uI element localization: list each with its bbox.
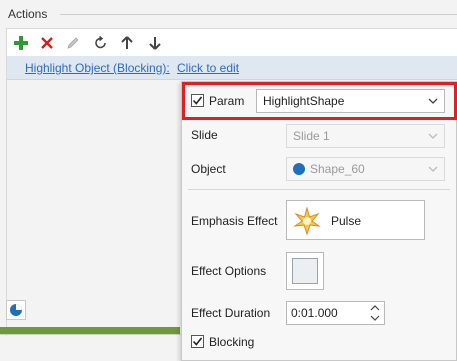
param-dropdown[interactable]: HighlightShape: [256, 89, 445, 113]
action-name-link[interactable]: Highlight Object (Blocking):: [25, 61, 170, 75]
refresh-icon: [95, 36, 106, 49]
effect-options-button[interactable]: [286, 252, 324, 290]
effect-duration-label: Effect Duration: [191, 306, 271, 320]
add-action-button[interactable]: [11, 33, 31, 53]
param-label: Param: [209, 94, 245, 108]
move-up-button[interactable]: [117, 33, 137, 53]
effect-duration-value: 0:01.000: [291, 306, 338, 320]
pie-chart-icon: [10, 304, 22, 316]
pie-chart-button[interactable]: [6, 300, 26, 320]
pulse-effect-icon: [293, 207, 321, 235]
slide-value: Slide 1: [293, 129, 330, 143]
click-to-edit-link[interactable]: Click to edit: [177, 61, 239, 75]
object-value: Shape_60: [310, 162, 365, 176]
param-checkbox[interactable]: [191, 94, 204, 107]
emphasis-effect-label: Emphasis Effect: [191, 214, 278, 228]
checkmark-icon: [192, 337, 203, 346]
delete-icon: [41, 37, 53, 49]
chevron-down-icon: [428, 98, 438, 104]
param-value: HighlightShape: [263, 94, 345, 108]
refresh-action-button[interactable]: [91, 33, 111, 53]
section-divider: [188, 189, 450, 190]
list-item[interactable]: Highlight Object (Blocking): Click to ed…: [7, 56, 457, 80]
progress-strip: [0, 327, 180, 334]
panel-title: Actions: [8, 7, 48, 21]
shape-icon: [293, 163, 305, 175]
emphasis-effect-picker[interactable]: Pulse: [286, 200, 425, 240]
actions-header: Actions: [0, 0, 457, 28]
add-icon: [14, 36, 28, 50]
arrow-up-icon: [121, 36, 133, 49]
slide-label: Slide: [191, 128, 218, 142]
delete-action-button[interactable]: [37, 33, 57, 53]
effect-duration-stepper[interactable]: 0:01.000: [286, 301, 385, 325]
chevron-down-icon: [428, 133, 438, 139]
arrow-down-icon: [149, 37, 161, 50]
chevron-down-icon: [428, 166, 438, 172]
blocking-checkbox[interactable]: [191, 335, 204, 348]
action-properties-popup: Param HighlightShape Slide Slide 1 Objec…: [181, 81, 457, 361]
actions-toolbar: [6, 28, 457, 56]
object-label: Object: [191, 162, 226, 176]
object-dropdown[interactable]: Shape_60: [286, 157, 445, 181]
slide-dropdown[interactable]: Slide 1: [286, 124, 445, 148]
stepper-arrows-icon[interactable]: [370, 304, 380, 322]
edit-action-button[interactable]: [63, 33, 83, 53]
emphasis-effect-value: Pulse: [331, 214, 362, 228]
blocking-label: Blocking: [209, 335, 255, 349]
checkmark-icon: [192, 96, 203, 105]
pencil-icon: [67, 37, 79, 49]
effect-options-swatch: [292, 258, 318, 284]
effect-options-label: Effect Options: [191, 264, 267, 278]
header-divider: [60, 14, 457, 15]
move-down-button[interactable]: [145, 33, 165, 53]
